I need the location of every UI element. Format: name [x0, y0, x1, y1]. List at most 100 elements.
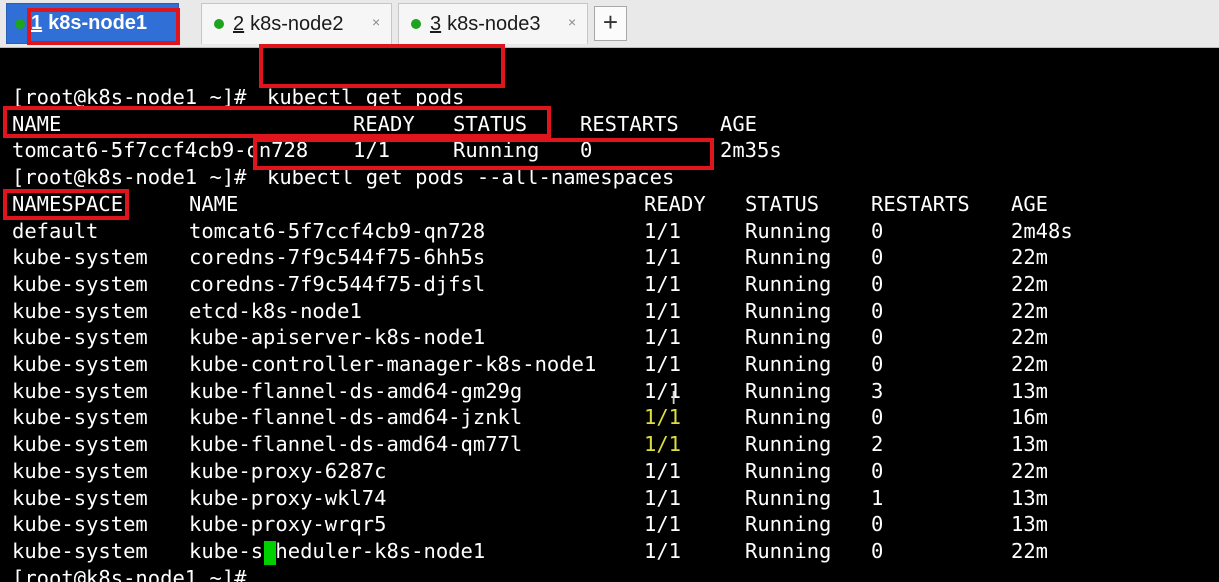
status-dot-icon [15, 18, 25, 29]
table-cell: Running [745, 325, 832, 350]
table-cell: 22m [1011, 538, 1049, 563]
table-cell: kube-scheduler-k8s-node1 [189, 538, 486, 563]
table-cell: 0 [871, 538, 884, 563]
table-cell: 1/1 [644, 432, 682, 457]
terminal-output[interactable]: [root@k8s-node1 ~]# kubectl get pods NAME R… [0, 49, 1219, 582]
tab-label: k8s-node2 [250, 12, 344, 35]
table-cell: Running [745, 432, 832, 457]
shell-prompt: [root@k8s-node1 ~]# [12, 165, 247, 190]
table-cell: Running [745, 352, 832, 376]
table-cell: 3 [871, 378, 884, 403]
table-cell: kube-system [12, 432, 148, 457]
table-cell: kube-proxy-6287c [189, 458, 387, 483]
column-header: STATUS [453, 111, 528, 136]
table-cell: 13m [1011, 512, 1049, 537]
table-cell: 22m [1011, 245, 1049, 270]
table-cell: kube-proxy-wrqr5 [189, 512, 387, 537]
table-cell: kube-proxy-wkl74 [189, 485, 387, 510]
table-cell: tomcat6-5f7ccf4cb9-qn728 [12, 138, 309, 163]
table-cell: 0 [871, 325, 884, 350]
table-cell: 0 [871, 271, 884, 296]
table-cell: 1/1 [644, 298, 682, 323]
column-header: READY [644, 191, 706, 216]
status-dot-icon [214, 19, 224, 29]
table-cell: 1/1 [644, 512, 682, 537]
table-cell: Running [745, 538, 832, 563]
column-header: NAME [12, 111, 62, 136]
column-header: RESTARTS [871, 191, 970, 216]
table-cell: 22m [1011, 352, 1049, 376]
table-cell: Running [745, 298, 832, 323]
table-cell: 0 [871, 245, 884, 270]
table-cell: Running [745, 405, 832, 430]
table-cell: kube-system [12, 485, 148, 510]
table-cell: 1/1 [353, 138, 391, 163]
table-cell: Running [745, 271, 832, 296]
table-cell: 2 [871, 432, 884, 457]
command-text: kubectl get pods [267, 85, 465, 109]
table-cell: Running [745, 245, 832, 270]
table-cell: default [12, 218, 99, 243]
table-cell: kube-system [12, 352, 148, 376]
table-cell: 0 [871, 298, 884, 323]
tab-number: 3 [430, 12, 442, 35]
table-cell: 22m [1011, 325, 1049, 350]
table-cell: 0 [871, 352, 884, 376]
tab-label: k8s-node3 [447, 12, 541, 35]
table-cell: Running [453, 138, 540, 163]
table-cell: 2m35s [720, 138, 782, 163]
table-cell: 0 [580, 138, 593, 163]
table-cell: Running [745, 218, 832, 243]
table-cell: kube-system [12, 538, 148, 563]
column-header: STATUS [745, 191, 820, 216]
column-header: READY [353, 111, 415, 136]
tab-k8s-node3[interactable]: 3 k8s-node3 × [398, 3, 588, 44]
table-cell: 1 [871, 485, 884, 510]
table-cell: 1/1 [644, 538, 682, 563]
table-cell: 1/1 [644, 271, 682, 296]
table-cell: 22m [1011, 458, 1049, 483]
table-cell: 1/1 [644, 458, 682, 483]
table-cell: 0 [871, 512, 884, 537]
column-header: AGE [1011, 191, 1049, 216]
shell-prompt: [root@k8s-node1 ~]# [12, 85, 247, 109]
table-cell: kube-system [12, 298, 148, 323]
table-cell: kube-system [12, 458, 148, 483]
table-cell: 0 [871, 218, 884, 243]
table-cell: Running [745, 378, 832, 403]
table-cell: kube-controller-manager-k8s-node1 [189, 352, 597, 376]
column-header: NAMESPACE [12, 191, 124, 216]
table-cell: Running [745, 485, 832, 510]
table-cell: 2m48s [1011, 218, 1073, 243]
table-cell: Running [745, 512, 832, 537]
table-cell: 1/1 [644, 352, 682, 376]
table-cell: 1/1 [644, 218, 682, 243]
table-cell: coredns-7f9c544f75-djfsl [189, 271, 486, 296]
table-cell: 13m [1011, 485, 1049, 510]
table-cell: kube-system [12, 325, 148, 350]
shell-prompt: [root@k8s-node1 ~]# [12, 565, 247, 582]
column-header: AGE [720, 111, 758, 136]
table-cell: Running [745, 458, 832, 483]
table-cell: 0 [871, 458, 884, 483]
add-tab-button[interactable]: + [594, 6, 627, 41]
table-cell: tomcat6-5f7ccf4cb9-qn728 [189, 218, 486, 243]
table-cell: kube-flannel-ds-amd64-jznkl [189, 405, 523, 430]
tab-number: 1 [31, 12, 43, 34]
table-cell: 0 [871, 405, 884, 430]
table-cell: 22m [1011, 271, 1049, 296]
table-cell: 13m [1011, 378, 1049, 403]
table-cell: kube-system [12, 245, 148, 270]
close-tab-icon[interactable]: × [372, 14, 380, 30]
table-cell: 1/1 [644, 485, 682, 510]
close-tab-icon[interactable]: × [568, 14, 576, 30]
table-cell: etcd-k8s-node1 [189, 298, 362, 323]
table-cell: kube-apiserver-k8s-node1 [189, 325, 486, 350]
table-cell: coredns-7f9c544f75-6hh5s [189, 245, 486, 270]
text-cursor-icon: I [671, 388, 677, 409]
terminal-cursor [264, 541, 276, 565]
tab-k8s-node1[interactable]: 1 k8s-node1 [6, 3, 179, 44]
table-cell: kube-flannel-ds-amd64-gm29g [189, 378, 523, 403]
tab-k8s-node2[interactable]: 2 k8s-node2 × [201, 3, 392, 44]
table-cell: 16m [1011, 405, 1049, 430]
